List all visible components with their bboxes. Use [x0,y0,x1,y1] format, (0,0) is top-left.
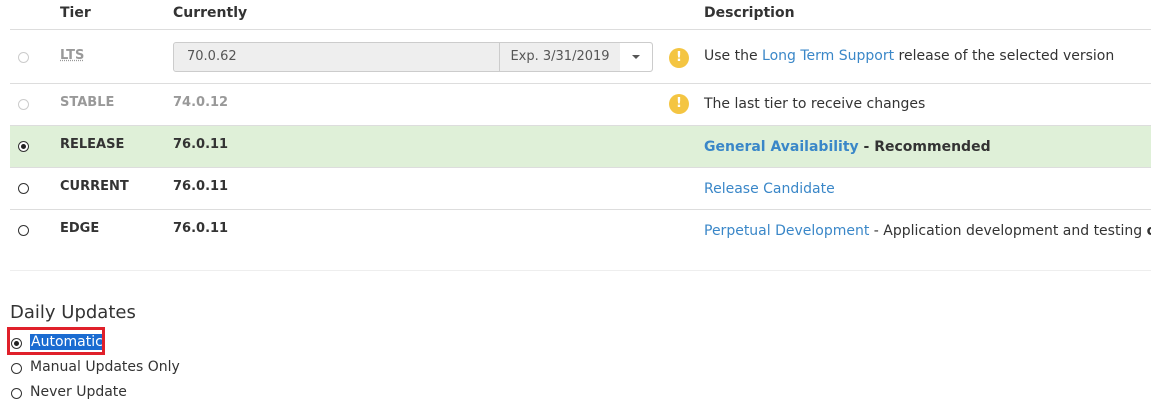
daily-updates-title: Daily Updates [10,302,136,323]
tier-radio-lts[interactable] [18,52,29,63]
tier-name-stable: STABLE [60,95,115,110]
lts-version-value: 70.0.62 [187,49,237,64]
annotation-highlight-box [7,327,105,355]
perpetual-development-link[interactable]: Perpetual Development [704,223,869,239]
tier-table-header: Tier Currently Description [10,0,1151,30]
tier-row-current: CURRENT 76.0.11 Release Candidate [10,168,1151,210]
tier-name-lts[interactable]: LTS [60,48,84,63]
tier-row-stable: STABLE 74.0.12 ! The last tier to receiv… [10,84,1151,126]
tier-name-release: RELEASE [60,137,125,152]
daily-label-manual[interactable]: Manual Updates Only [30,359,180,375]
tier-radio-release[interactable] [18,141,29,152]
tier-desc-release: General Availability - Recommended [704,139,991,155]
tier-radio-stable[interactable] [18,99,29,110]
tier-name-edge: EDGE [60,221,100,236]
tier-desc-edge: Perpetual Development - Application deve… [704,223,1151,239]
tier-version-current: 76.0.11 [173,179,229,194]
daily-radio-never[interactable] [11,388,22,399]
general-availability-link[interactable]: General Availability [704,139,859,155]
header-description: Description [704,5,795,21]
tier-desc-lts: Use the Long Term Support release of the… [704,48,1115,64]
tier-row-release: RELEASE 76.0.11 General Availability - R… [10,126,1151,168]
exclamation-circle-icon: ! [669,94,689,114]
header-tier: Tier [60,5,91,21]
tier-table: Tier Currently Description LTS 70.0.62 E… [10,0,1151,251]
lts-expiry-label: Exp. 3/31/2019 [499,43,621,71]
tier-version-edge: 76.0.11 [173,221,229,236]
release-candidate-link[interactable]: Release Candidate [704,181,835,197]
tier-radio-edge[interactable] [18,225,29,236]
tier-row-lts: LTS 70.0.62 Exp. 3/31/2019 ! Use the Lon… [10,30,1151,84]
tier-version-release: 76.0.11 [173,137,229,152]
tier-radio-current[interactable] [18,183,29,194]
daily-label-never[interactable]: Never Update [30,384,127,400]
tier-desc-current: Release Candidate [704,181,835,197]
tier-name-current: CURRENT [60,179,129,194]
tier-version-stable: 74.0.12 [173,95,229,110]
daily-radio-manual[interactable] [11,363,22,374]
caret-down-icon[interactable] [620,43,652,71]
lts-link[interactable]: Long Term Support [762,48,894,64]
section-divider [10,270,1151,271]
tier-desc-stable: The last tier to receive changes [704,96,926,112]
lts-version-select[interactable]: 70.0.62 Exp. 3/31/2019 [173,42,653,72]
header-currently: Currently [173,5,248,21]
exclamation-circle-icon: ! [669,48,689,68]
tier-row-edge: EDGE 76.0.11 Perpetual Development - App… [10,210,1151,251]
